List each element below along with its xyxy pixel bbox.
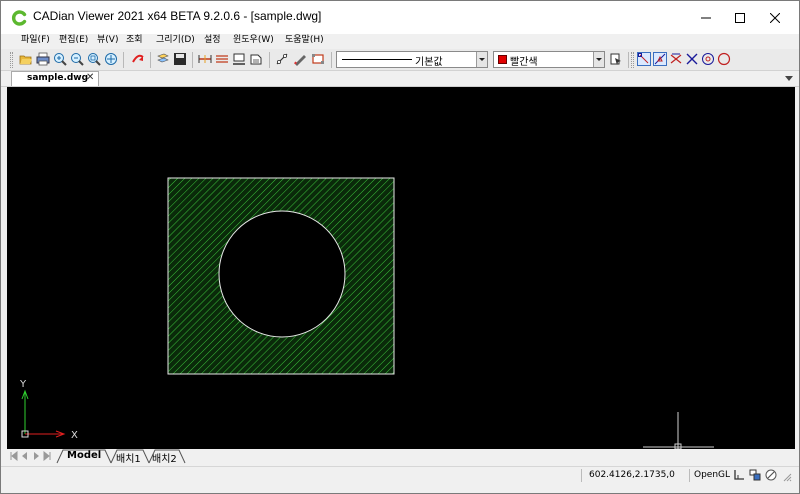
menu-edit[interactable]: 편집(E) <box>59 34 88 47</box>
menu-bar: 파일(F) 편집(E) 뷰(V) 조회 그리기(D) 설정 윈도우(W) 도움말… <box>1 34 799 48</box>
menu-draw[interactable]: 그리기(D) <box>156 34 195 47</box>
toolbar-separator <box>269 52 270 68</box>
cadian-logo-icon <box>12 10 27 26</box>
document-tab[interactable]: sample.dwg ✕ <box>11 71 99 86</box>
dimension-linear-icon[interactable] <box>198 52 212 66</box>
layout-tab-model[interactable]: Model <box>67 450 101 461</box>
layout-tab-2[interactable]: 배치2 <box>152 450 177 465</box>
document-tab-label: sample.dwg <box>27 73 89 83</box>
linetype-dropdown[interactable]: 기본값 <box>336 51 488 68</box>
status-bar: 602.4126,2.1735,0 OpenGL <box>1 466 799 484</box>
chevron-down-icon[interactable] <box>476 52 487 67</box>
minimize-button[interactable] <box>689 1 723 34</box>
menu-settings[interactable]: 설정 <box>204 34 221 47</box>
toolbar-separator <box>192 52 193 68</box>
windows-icon[interactable] <box>749 469 761 481</box>
close-icon <box>770 12 780 23</box>
document-tab-bar: sample.dwg ✕ <box>1 71 799 87</box>
first-tab-icon[interactable] <box>10 451 18 461</box>
title-bar: CADian Viewer 2021 x64 BETA 9.2.0.6 - [s… <box>1 1 799 34</box>
snap-endpoint-icon[interactable] <box>637 52 651 66</box>
snap-apparent-icon[interactable] <box>685 52 699 66</box>
toolbar-grip[interactable] <box>10 52 13 68</box>
crosshair-cursor <box>643 412 714 449</box>
open-folder-icon[interactable] <box>19 52 33 66</box>
status-separator <box>689 469 690 482</box>
color-swatch <box>498 55 507 64</box>
maximize-button[interactable] <box>723 1 757 34</box>
layout-tab-1[interactable]: 배치1 <box>116 450 141 465</box>
properties-icon[interactable] <box>249 52 263 66</box>
toolbar-grip[interactable] <box>631 52 634 68</box>
ortho-icon[interactable] <box>733 469 745 481</box>
next-tab-icon[interactable] <box>32 451 40 461</box>
regen-icon[interactable] <box>131 52 145 66</box>
close-button[interactable] <box>758 1 792 34</box>
toolbar: 기본값 빨간색 <box>1 49 799 71</box>
zoom-in-icon[interactable] <box>53 52 67 66</box>
color-dropdown[interactable]: 빨간색 <box>493 51 605 68</box>
snap-midpoint-icon[interactable] <box>653 52 667 66</box>
rectangle-tool-icon[interactable] <box>311 52 325 66</box>
zoom-window-icon[interactable] <box>87 52 101 66</box>
drawing-svg: Y X <box>19 177 714 449</box>
zoom-extents-icon[interactable] <box>104 52 118 66</box>
tab-list-dropdown-icon[interactable] <box>785 76 793 81</box>
prev-tab-icon[interactable] <box>21 451 29 461</box>
line-tool-icon[interactable] <box>275 52 289 66</box>
layout-tab-bar: Model 배치1 배치2 <box>7 449 795 465</box>
print-icon[interactable] <box>36 52 50 66</box>
window-title: CADian Viewer 2021 x64 BETA 9.2.0.6 - [s… <box>33 9 322 23</box>
axis-x-label: X <box>71 430 78 441</box>
close-icon[interactable]: ✕ <box>86 72 94 83</box>
snap-intersection-icon[interactable] <box>669 52 683 66</box>
toolbar-separator <box>628 52 629 68</box>
last-tab-icon[interactable] <box>43 451 51 461</box>
snap-quadrant-icon[interactable] <box>717 52 731 66</box>
maximize-icon <box>735 12 745 23</box>
toolbar-separator <box>331 52 332 68</box>
app-window: CADian Viewer 2021 x64 BETA 9.2.0.6 - [s… <box>0 0 800 494</box>
layer-icon[interactable] <box>156 52 170 66</box>
menu-inquiry[interactable]: 조회 <box>126 34 143 47</box>
hatch-pattern <box>168 178 394 374</box>
menu-view[interactable]: 뷰(V) <box>97 34 118 47</box>
menu-help[interactable]: 도움말(H) <box>285 34 324 47</box>
drawing-canvas[interactable]: Y X <box>7 87 795 449</box>
chevron-down-icon[interactable] <box>593 52 604 67</box>
ucs-icon <box>21 389 66 438</box>
save-icon[interactable] <box>173 52 187 66</box>
toolbar-separator <box>123 52 124 68</box>
clean-screen-icon[interactable] <box>765 469 777 481</box>
toolbar-separator <box>150 52 151 68</box>
menu-window[interactable]: 윈도우(W) <box>233 34 274 47</box>
dimension-stack-icon[interactable] <box>215 52 229 66</box>
renderer-label: OpenGL <box>694 470 731 480</box>
minimize-icon <box>701 17 711 18</box>
match-properties-icon[interactable] <box>609 52 623 66</box>
zoom-out-icon[interactable] <box>70 52 84 66</box>
cursor-coordinates: 602.4126,2.1735,0 <box>589 470 675 480</box>
axis-y-label: Y <box>19 379 27 390</box>
color-value: 빨간색 <box>510 57 538 68</box>
linetype-value: 기본값 <box>415 57 443 68</box>
snap-center-icon[interactable] <box>701 52 715 66</box>
menu-file[interactable]: 파일(F) <box>21 34 50 47</box>
linetype-sample <box>342 59 412 60</box>
text-block-icon[interactable] <box>232 52 246 66</box>
status-separator <box>581 469 582 482</box>
resize-grip-icon[interactable] <box>782 472 792 482</box>
pencil-icon[interactable] <box>293 52 307 66</box>
